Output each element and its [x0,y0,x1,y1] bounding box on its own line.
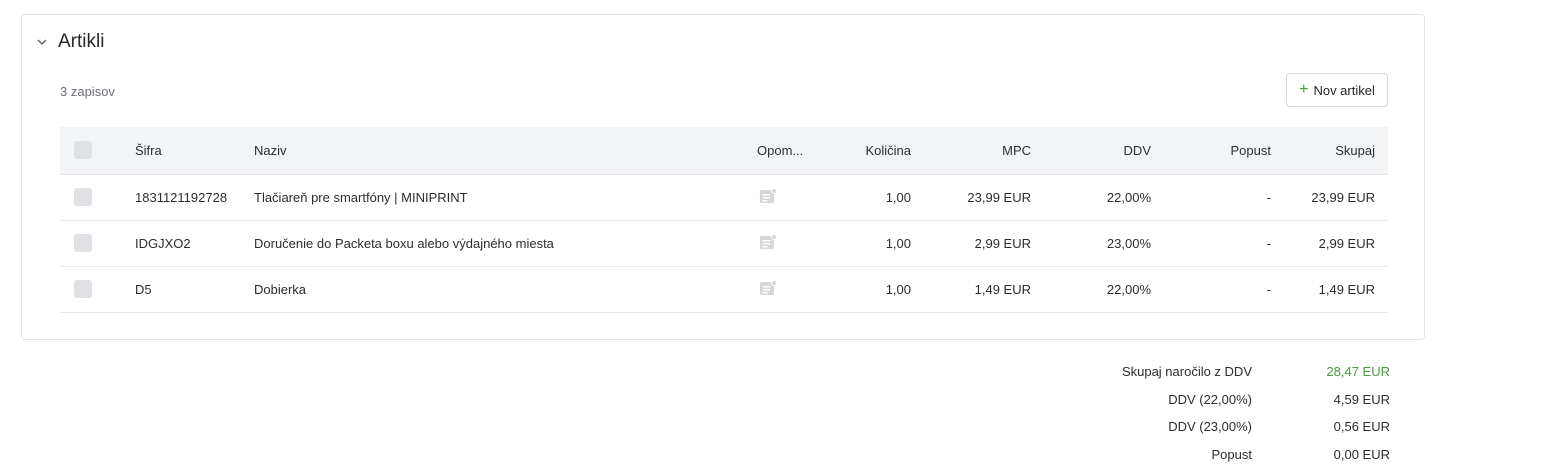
items-panel: Artikli 3 zapisov + Nov artikel Šifra Na… [21,14,1425,340]
total-value: 4,59 EUR [1333,391,1390,407]
select-all-checkbox[interactable] [74,141,92,160]
cell-skupaj: 23,99 EUR [1271,174,1388,221]
cell-skupaj: 1,49 EUR [1271,266,1388,313]
cell-ddv: 23,00% [1031,220,1151,267]
total-row: DDV (23,00%) 0,56 EUR [1100,413,1390,441]
record-count: 3 zapisov [60,84,115,99]
total-value: 28,47 EUR [1326,364,1390,380]
cell-mpc: 2,99 EUR [911,220,1031,267]
plus-icon: + [1299,81,1309,98]
cell-kolicina: 1,00 [819,174,911,221]
total-value: 0,00 EUR [1333,446,1390,462]
note-icon[interactable] [759,187,777,204]
column-header-kolicina[interactable]: Količina [819,127,911,175]
total-row: Popust 0,00 EUR [1100,441,1390,469]
row-checkbox[interactable] [74,280,92,298]
cell-naziv: Dobierka [254,266,757,313]
cell-sifra: IDGJXO2 [135,220,254,267]
cell-popust: - [1151,220,1271,267]
cell-naziv: Tlačiareň pre smartfóny | MINIPRINT [254,174,757,221]
column-header-skupaj[interactable]: Skupaj [1271,127,1388,175]
total-label: Skupaj naročilo z DDV [1121,364,1252,380]
order-totals: Skupaj naročilo z DDV 28,47 EUR DDV (22,… [1100,358,1390,468]
cell-sifra: 1831121192728 [135,174,254,221]
items-table: Šifra Naziv Opom... Količina MPC DDV Pop… [60,127,1388,313]
cell-skupaj: 2,99 EUR [1271,220,1388,267]
column-header-sifra[interactable]: Šifra [135,127,254,175]
chevron-down-icon[interactable] [36,36,48,48]
note-icon[interactable] [759,279,777,296]
column-header-naziv[interactable]: Naziv [254,127,757,175]
column-header-opombe[interactable]: Opom... [757,127,819,175]
cell-ddv: 22,00% [1031,266,1151,313]
cell-sifra: D5 [135,266,254,313]
cell-popust: - [1151,266,1271,313]
cell-ddv: 22,00% [1031,174,1151,221]
column-header-mpc[interactable]: MPC [911,127,1031,175]
table-header-row: Šifra Naziv Opom... Količina MPC DDV Pop… [60,127,1388,175]
row-checkbox[interactable] [74,188,92,206]
cell-kolicina: 1,00 [819,220,911,267]
total-row: DDV (22,00%) 4,59 EUR [1100,386,1390,414]
table-row[interactable]: D5 Dobierka 1,00 1,49 EUR 22,00% - 1,49 … [60,266,1388,313]
cell-naziv: Doručenie do Packeta boxu alebo výdajnéh… [254,220,757,267]
cell-kolicina: 1,00 [819,266,911,313]
row-checkbox[interactable] [74,234,92,252]
panel-header: Artikli [36,31,104,53]
add-item-button-label: Nov artikel [1313,82,1375,98]
total-value: 0,56 EUR [1333,419,1390,435]
column-header-popust[interactable]: Popust [1151,127,1271,175]
total-label: DDV (23,00%) [1168,419,1252,435]
total-label: DDV (22,00%) [1168,391,1252,407]
total-label: Popust [1211,446,1252,462]
panel-title: Artikli [58,31,105,52]
add-item-button[interactable]: + Nov artikel [1286,73,1388,107]
table-row[interactable]: IDGJXO2 Doručenie do Packeta boxu alebo … [60,220,1388,267]
column-header-ddv[interactable]: DDV [1031,127,1151,175]
cell-popust: - [1151,174,1271,221]
cell-mpc: 1,49 EUR [911,266,1031,313]
total-row: Skupaj naročilo z DDV 28,47 EUR [1100,358,1390,386]
cell-mpc: 23,99 EUR [911,174,1031,221]
note-icon[interactable] [759,233,777,250]
table-row[interactable]: 1831121192728 Tlačiareň pre smartfóny | … [60,174,1388,221]
